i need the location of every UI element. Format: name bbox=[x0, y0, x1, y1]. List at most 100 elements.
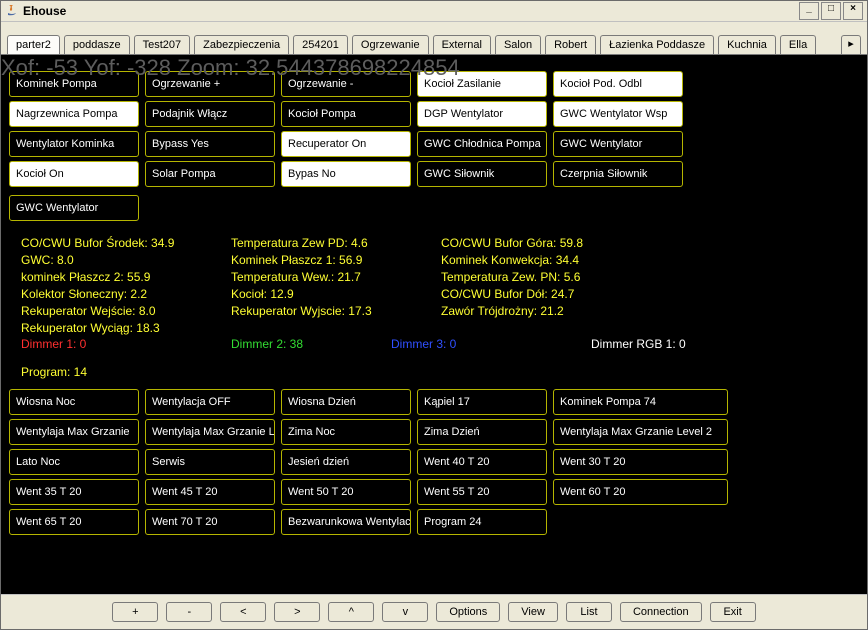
tab-salon[interactable]: Salon bbox=[495, 35, 541, 54]
tab-poddasze[interactable]: poddasze bbox=[64, 35, 130, 54]
tab-lazienka[interactable]: Łazienka Poddasze bbox=[600, 35, 714, 54]
program-button[interactable]: Went 40 T 20 bbox=[417, 449, 547, 475]
device-button[interactable]: Bypas No bbox=[281, 161, 411, 187]
device-button[interactable]: Kocioł Zasilanie bbox=[417, 71, 547, 97]
window-title: Ehouse bbox=[23, 4, 66, 18]
program-button[interactable]: Went 45 T 20 bbox=[145, 479, 275, 505]
view-button[interactable]: View bbox=[508, 602, 558, 622]
device-button[interactable]: GWC Chłodnica Pompa bbox=[417, 131, 547, 157]
exit-button[interactable]: Exit bbox=[710, 602, 756, 622]
minimize-button[interactable]: _ bbox=[799, 2, 819, 20]
device-button[interactable]: Kocioł Pompa bbox=[281, 101, 411, 127]
tab-scroll-right[interactable]: ▸ bbox=[841, 35, 861, 54]
device-button[interactable]: Recuperator On bbox=[281, 131, 411, 157]
zoom-in-button[interactable]: + bbox=[112, 602, 158, 622]
program-button[interactable]: Kąpiel 17 bbox=[417, 389, 547, 415]
device-button[interactable]: GWC Wentylator bbox=[553, 131, 683, 157]
program-button[interactable]: Went 55 T 20 bbox=[417, 479, 547, 505]
sensor-value: kominek Płaszcz 2: 55.9 bbox=[21, 269, 231, 286]
sensor-value: Zawór Trójdrożny: 21.2 bbox=[441, 303, 651, 320]
zoom-out-button[interactable]: - bbox=[166, 602, 212, 622]
device-grid: Kominek Pompa Ogrzewanie + Ogrzewanie - … bbox=[9, 71, 859, 221]
sensor-value: Temperatura Zew. PN: 5.6 bbox=[441, 269, 651, 286]
main-window: Ehouse _ □ × parter2 poddasze Test207 Za… bbox=[0, 0, 868, 630]
sensor-block: CO/CWU Bufor Środek: 34.9 GWC: 8.0 komin… bbox=[9, 235, 859, 337]
program-button[interactable]: Zima Noc bbox=[281, 419, 411, 445]
nav-right-button[interactable]: > bbox=[274, 602, 320, 622]
program-button[interactable]: Wentylacja OFF bbox=[145, 389, 275, 415]
device-button[interactable]: GWC Wentylator Wsp bbox=[553, 101, 683, 127]
program-button[interactable]: Went 65 T 20 bbox=[9, 509, 139, 535]
nav-left-button[interactable]: < bbox=[220, 602, 266, 622]
device-button[interactable]: Nagrzewnica Pompa bbox=[9, 101, 139, 127]
program-button[interactable]: Went 30 T 20 bbox=[553, 449, 728, 475]
device-button[interactable]: GWC Siłownik bbox=[417, 161, 547, 187]
maximize-button[interactable]: □ bbox=[821, 2, 841, 20]
program-button[interactable]: Went 50 T 20 bbox=[281, 479, 411, 505]
sensor-value: Kocioł: 12.9 bbox=[231, 286, 441, 303]
program-button[interactable]: Went 60 T 20 bbox=[553, 479, 728, 505]
device-button[interactable]: Ogrzewanie - bbox=[281, 71, 411, 97]
program-button[interactable]: Kominek Pompa 74 bbox=[553, 389, 728, 415]
client-area: Xof: -53 Yof: -328 Zoom: 32.544378698224… bbox=[1, 55, 867, 594]
device-button[interactable]: Podajnik Włącz bbox=[145, 101, 275, 127]
device-button[interactable]: Kocioł On bbox=[9, 161, 139, 187]
dimmer-row: Dimmer 1: 0 Dimmer 2: 38 Dimmer 3: 0 Dim… bbox=[9, 337, 859, 351]
dimmer-3: Dimmer 3: 0 bbox=[391, 337, 591, 351]
sensor-value: GWC: 8.0 bbox=[21, 252, 231, 269]
program-button[interactable]: Program 24 bbox=[417, 509, 547, 535]
tab-external[interactable]: External bbox=[433, 35, 491, 54]
tab-254201[interactable]: 254201 bbox=[293, 35, 348, 54]
dimmer-2: Dimmer 2: 38 bbox=[231, 337, 391, 351]
device-button[interactable]: Kominek Pompa bbox=[9, 71, 139, 97]
sensor-value: CO/CWU Bufor Dół: 24.7 bbox=[441, 286, 651, 303]
connection-button[interactable]: Connection bbox=[620, 602, 702, 622]
program-button[interactable]: Wiosna Noc bbox=[9, 389, 139, 415]
program-button[interactable]: Went 35 T 20 bbox=[9, 479, 139, 505]
nav-down-button[interactable]: v bbox=[382, 602, 428, 622]
tab-ella[interactable]: Ella bbox=[780, 35, 816, 54]
tab-test207[interactable]: Test207 bbox=[134, 35, 191, 54]
device-button[interactable]: Kocioł Pod. Odbl bbox=[553, 71, 683, 97]
device-button[interactable]: Czerpnia Siłownik bbox=[553, 161, 683, 187]
device-button[interactable]: GWC Wentylator bbox=[9, 195, 139, 221]
sensor-value: Temperatura Wew.: 21.7 bbox=[231, 269, 441, 286]
sensor-value: CO/CWU Bufor Środek: 34.9 bbox=[21, 235, 231, 252]
bottom-toolbar: + - < > ^ v Options View List Connection… bbox=[1, 594, 867, 629]
tab-kuchnia[interactable]: Kuchnia bbox=[718, 35, 776, 54]
dimmer-rgb: Dimmer RGB 1: 0 bbox=[591, 337, 686, 351]
program-label: Program: 14 bbox=[21, 365, 859, 379]
sensor-value: Kominek Konwekcja: 34.4 bbox=[441, 252, 651, 269]
device-button[interactable]: Solar Pompa bbox=[145, 161, 275, 187]
program-button[interactable]: Serwis bbox=[145, 449, 275, 475]
tab-parter2[interactable]: parter2 bbox=[7, 35, 60, 54]
program-button[interactable]: Bezwarunkowa Wentylacja bbox=[281, 509, 411, 535]
close-button[interactable]: × bbox=[843, 2, 863, 20]
tab-ogrzewanie[interactable]: Ogrzewanie bbox=[352, 35, 429, 54]
sensor-value: Kominek Płaszcz 1: 56.9 bbox=[231, 252, 441, 269]
list-button[interactable]: List bbox=[566, 602, 612, 622]
program-grid: Wiosna Noc Wentylacja OFF Wiosna Dzień K… bbox=[9, 389, 859, 535]
program-button[interactable]: Zima Dzień bbox=[417, 419, 547, 445]
options-button[interactable]: Options bbox=[436, 602, 500, 622]
device-button[interactable]: Bypass Yes bbox=[145, 131, 275, 157]
program-button[interactable]: Wentylaja Max Grzanie Level 2 bbox=[553, 419, 728, 445]
sensor-value: Rekuperator Wyciąg: 18.3 bbox=[21, 320, 231, 337]
dimmer-1: Dimmer 1: 0 bbox=[21, 337, 231, 351]
tab-zabezpieczenia[interactable]: Zabezpieczenia bbox=[194, 35, 289, 54]
device-button[interactable]: Wentylator Kominka bbox=[9, 131, 139, 157]
nav-up-button[interactable]: ^ bbox=[328, 602, 374, 622]
program-button[interactable]: Wentylaja Max Grzanie L bbox=[145, 419, 275, 445]
tab-robert[interactable]: Robert bbox=[545, 35, 596, 54]
program-button[interactable]: Lato Noc bbox=[9, 449, 139, 475]
program-button[interactable]: Wiosna Dzień bbox=[281, 389, 411, 415]
sensor-value: CO/CWU Bufor Góra: 59.8 bbox=[441, 235, 651, 252]
sensor-value: Rekuperator Wyjscie: 17.3 bbox=[231, 303, 441, 320]
device-button[interactable]: Ogrzewanie + bbox=[145, 71, 275, 97]
program-button[interactable]: Went 70 T 20 bbox=[145, 509, 275, 535]
program-button[interactable]: Wentylaja Max Grzanie bbox=[9, 419, 139, 445]
program-button[interactable]: Jesień dzień bbox=[281, 449, 411, 475]
java-icon bbox=[5, 4, 19, 18]
sensor-value: Temperatura Zew PD: 4.6 bbox=[231, 235, 441, 252]
device-button[interactable]: DGP Wentylator bbox=[417, 101, 547, 127]
